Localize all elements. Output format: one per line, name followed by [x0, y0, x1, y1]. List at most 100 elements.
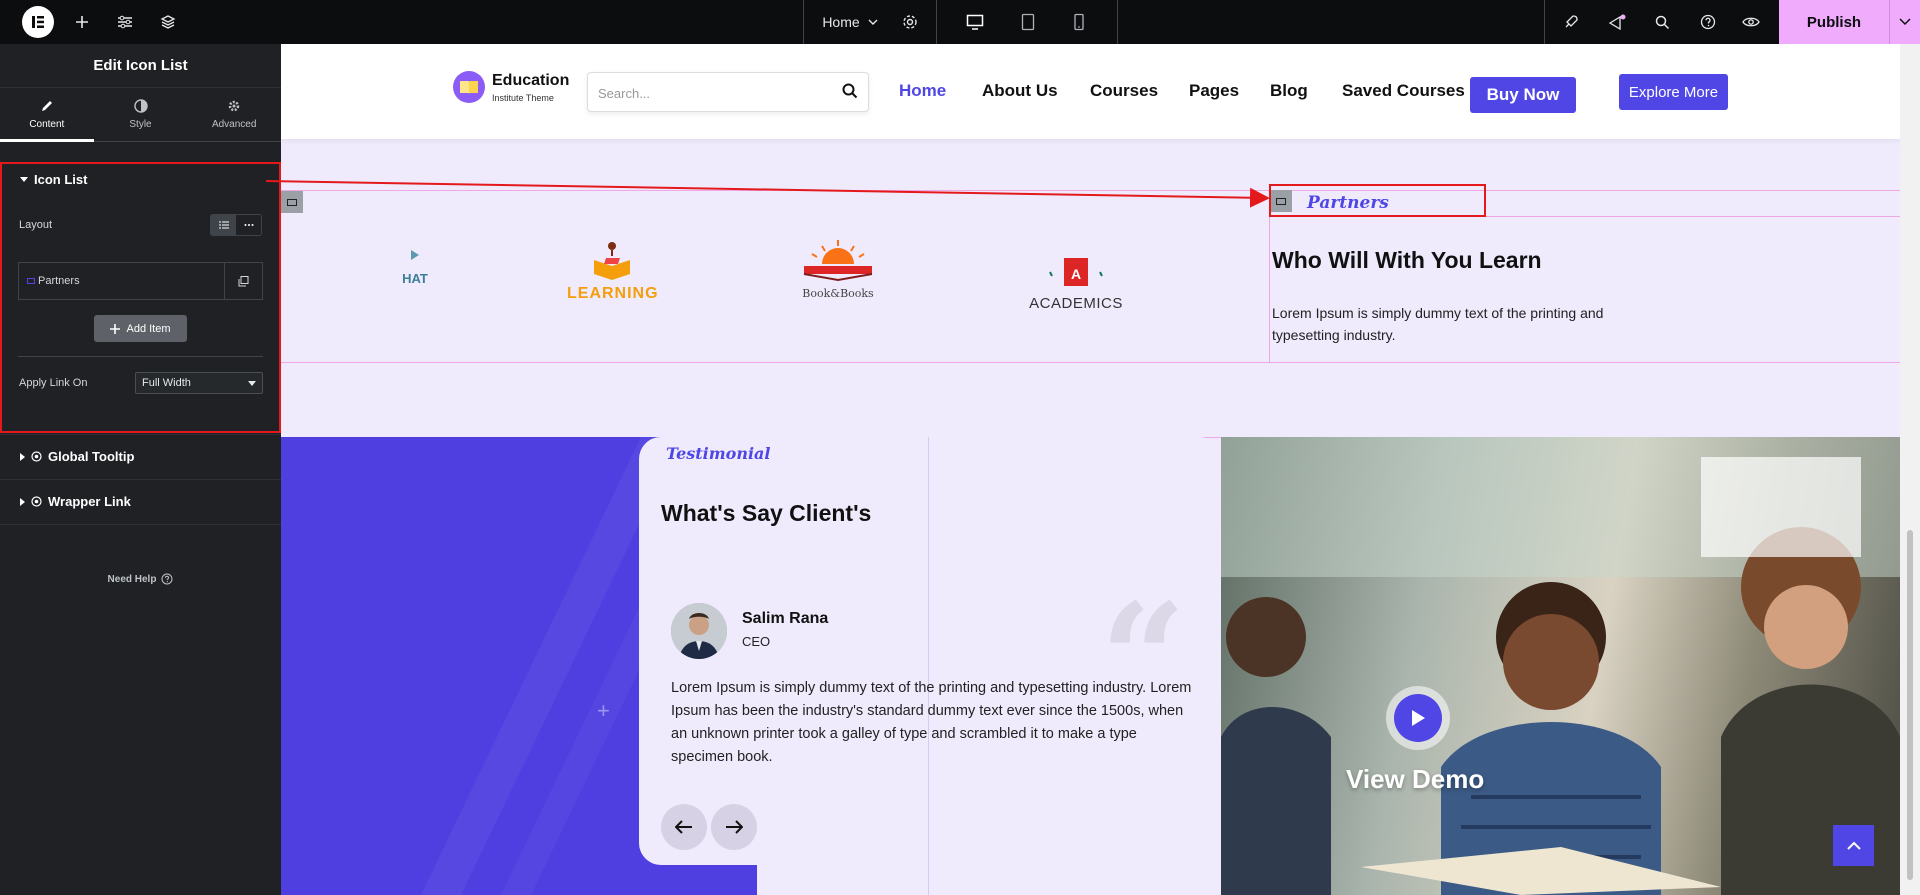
wrapper-link-title: Wrapper Link	[48, 494, 131, 509]
pro-badge-icon	[31, 451, 42, 462]
desktop-view-icon[interactable]	[962, 0, 988, 44]
plus-icon	[110, 323, 121, 334]
list-icon	[218, 221, 229, 229]
partner-logo-learning: LEARNING	[567, 240, 659, 303]
repeater-item-title[interactable]: Partners	[19, 263, 224, 299]
nav-blog[interactable]: Blog	[1270, 81, 1308, 101]
layers-icon[interactable]	[155, 0, 181, 44]
partner-logo-text: Book&Books	[802, 287, 874, 300]
panel-tabs: Content Style Advanced	[0, 88, 281, 142]
wrapper-link-section-toggle[interactable]: Wrapper Link	[20, 494, 131, 509]
view-demo-label[interactable]: View Demo	[1346, 764, 1484, 795]
previous-button[interactable]	[661, 804, 707, 850]
notifications-icon[interactable]	[1604, 0, 1630, 44]
scrollbar-thumb[interactable]	[1907, 530, 1913, 880]
global-tooltip-section-toggle[interactable]: Global Tooltip	[20, 449, 134, 464]
caret-right-icon	[20, 452, 25, 461]
play-icon	[411, 250, 419, 260]
page-settings-icon[interactable]	[897, 0, 923, 44]
apply-link-value: Full Width	[142, 377, 191, 389]
publish-button[interactable]: Publish	[1779, 0, 1889, 44]
icon-list-section-toggle[interactable]: Icon List	[20, 172, 87, 187]
pro-badge-icon	[31, 496, 42, 507]
students-photo	[1221, 437, 1900, 895]
add-item-button[interactable]: Add Item	[94, 315, 187, 342]
caret-right-icon	[20, 497, 25, 506]
add-element-icon[interactable]	[70, 0, 94, 44]
brand-logo-icon[interactable]	[453, 71, 485, 103]
layout-inline-button[interactable]	[236, 215, 261, 235]
next-button[interactable]	[711, 804, 757, 850]
client-name: Salim Rana	[742, 610, 829, 627]
tab-advanced[interactable]: Advanced	[187, 88, 281, 141]
need-help-label: Need Help	[107, 573, 157, 585]
academics-book-icon: A	[1049, 258, 1103, 286]
nav-pages[interactable]: Pages	[1189, 81, 1239, 101]
partner-logo-academics: A ACADEMICS	[1026, 256, 1126, 312]
site-settings-icon[interactable]	[112, 0, 138, 44]
repeater-item-label: Partners	[38, 275, 80, 287]
nav-about-us[interactable]: About Us	[982, 81, 1058, 101]
site-search-input[interactable]: Search...	[587, 72, 869, 112]
editor-panel: Edit Icon List Content Style Advanced Ic…	[0, 44, 281, 895]
need-help-link[interactable]: Need Help	[0, 573, 281, 585]
layout-toggle	[210, 214, 262, 236]
nav-saved-courses[interactable]: Saved Courses	[1342, 81, 1465, 101]
chevron-down-icon	[868, 19, 878, 25]
copy-icon	[238, 275, 249, 286]
add-section-plus-icon[interactable]: +	[597, 698, 610, 724]
scroll-to-top-button[interactable]	[1833, 825, 1874, 866]
nav-courses[interactable]: Courses	[1090, 81, 1158, 101]
tab-content[interactable]: Content	[0, 88, 94, 142]
apply-link-select[interactable]: Full Width	[135, 372, 263, 394]
duplicate-item-button[interactable]	[224, 263, 262, 299]
explore-more-button[interactable]: Explore More	[1619, 74, 1728, 110]
partner-logo-text: LEARNING	[567, 285, 659, 302]
help-icon[interactable]	[1695, 0, 1721, 44]
buy-now-button[interactable]: Buy Now	[1470, 77, 1576, 113]
section-outline	[281, 362, 1900, 363]
caret-down-icon	[20, 177, 28, 182]
divider	[18, 356, 263, 357]
column-outline	[928, 437, 929, 895]
rocket-icon[interactable]	[1558, 0, 1584, 44]
client-role: CEO	[742, 634, 771, 649]
site-header: Education Institute Theme Search... Home…	[281, 44, 1900, 139]
testimonial-label: Testimonial	[666, 444, 771, 463]
mobile-view-icon[interactable]	[1066, 0, 1092, 44]
ellipsis-icon	[244, 224, 253, 226]
repeater-item-partners[interactable]: Partners	[18, 262, 263, 300]
gear-icon	[228, 100, 240, 112]
pencil-icon	[41, 101, 52, 111]
page-selector-label: Home	[822, 14, 860, 30]
panel-title: Edit Icon List	[0, 44, 281, 88]
partners-description: Lorem Ipsum is simply dummy text of the …	[1272, 305, 1604, 343]
nav-home[interactable]: Home	[899, 81, 946, 101]
section-outline	[281, 190, 1900, 191]
partner-logo-text: ACADEMICS	[1029, 295, 1123, 312]
chevron-up-icon	[1846, 841, 1861, 850]
play-video-button[interactable]	[1386, 686, 1450, 750]
tablet-view-icon[interactable]	[1015, 0, 1041, 44]
page-selector[interactable]: Home	[815, 0, 885, 44]
global-tooltip-title: Global Tooltip	[48, 449, 135, 464]
elementor-logo-icon[interactable]	[22, 6, 54, 38]
tab-style[interactable]: Style	[94, 88, 188, 141]
tab-advanced-label: Advanced	[211, 119, 257, 130]
layout-list-button[interactable]	[211, 215, 236, 235]
contrast-icon	[133, 99, 148, 113]
icon-list-section-title: Icon List	[34, 172, 88, 187]
preview-eye-icon[interactable]	[1738, 0, 1764, 44]
widget-icon	[27, 278, 35, 284]
sunrise-book-icon	[803, 240, 873, 282]
section-edit-handle[interactable]	[281, 191, 303, 213]
brand-name[interactable]: Education	[492, 72, 569, 90]
search-icon[interactable]	[842, 83, 858, 99]
chevron-down-icon	[248, 381, 256, 386]
publish-options-button[interactable]	[1889, 0, 1920, 44]
partner-logo-text: HAT	[402, 271, 428, 286]
preview-canvas: Education Institute Theme Search... Home…	[281, 44, 1900, 895]
brand-tagline: Institute Theme	[492, 93, 554, 103]
search-icon[interactable]	[1649, 0, 1675, 44]
testimonial-text: Lorem Ipsum is simply dummy text of the …	[671, 680, 1192, 765]
